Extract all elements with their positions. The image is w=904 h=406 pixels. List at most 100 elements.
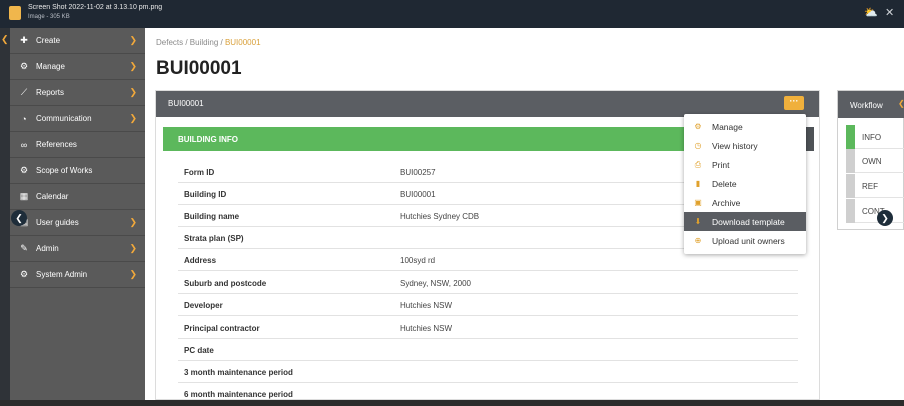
breadcrumb-building[interactable]: Building — [190, 38, 218, 47]
menu-item-label: Manage — [712, 121, 743, 132]
cloud-download-icon[interactable]: ⛅ — [864, 5, 878, 21]
info-row-principal-contractor: Principal contractor Hutchies NSW — [178, 317, 798, 339]
more-options-button[interactable]: ··· — [784, 96, 804, 110]
viewer-bottom-edge — [0, 400, 904, 406]
menu-item-label: Download template — [712, 216, 785, 227]
sidebar-item-system-admin[interactable]: ⚙ System Admin ❯ — [10, 262, 145, 288]
chevron-right-icon: ❯ — [129, 243, 137, 253]
sidebar-item-references[interactable]: ∞ References — [10, 132, 145, 158]
menu-item-manage[interactable]: ⚙ Manage — [684, 117, 806, 136]
info-value: Hutchies NSW — [400, 301, 453, 310]
info-label: Building ID — [184, 190, 227, 199]
previous-page-icon[interactable]: ❮ — [11, 210, 27, 226]
menu-item-archive[interactable]: ▣ Archive — [684, 193, 806, 212]
info-value: Sydney, NSW, 2000 — [400, 279, 471, 288]
sidebar-item-create[interactable]: ✚ Create ❯ — [10, 28, 145, 54]
sidebar-item-label: References — [36, 140, 77, 149]
chevron-right-icon: ❯ — [129, 269, 137, 279]
step-status-bar — [846, 199, 855, 223]
info-row-suburb-postcode: Suburb and postcode Sydney, NSW, 2000 — [178, 272, 798, 294]
menu-item-label: View history — [712, 140, 758, 151]
gear-icon: ⚙ — [19, 61, 29, 71]
sidebar-item-calendar[interactable]: ▦ Calendar — [10, 184, 145, 210]
info-value: BUI00001 — [400, 190, 436, 199]
workflow-step-own[interactable]: OWN — [846, 149, 904, 173]
menu-item-upload-unit-owners[interactable]: ⊕ Upload unit owners — [684, 231, 806, 250]
menu-item-download-template[interactable]: ⬇ Download template — [684, 212, 806, 231]
sidebar-item-reports[interactable]: ⟋ Reports ❯ — [10, 80, 145, 106]
breadcrumb-current: BUI00001 — [224, 38, 261, 47]
trash-icon: ▮ — [695, 179, 701, 188]
workflow-step-info[interactable]: INFO — [846, 125, 904, 149]
menu-item-print[interactable]: ⎙ Print — [684, 155, 806, 174]
menu-item-label: Print — [712, 159, 730, 170]
workflow-panel: Workflow ❮ INFO OWN REF CONT — [837, 90, 904, 230]
workflow-header: Workflow ❮ — [838, 91, 904, 118]
chat-icon: ◔ — [21, 113, 27, 124]
close-icon[interactable]: ✕ — [885, 5, 894, 21]
menu-item-label: Archive — [712, 197, 741, 208]
breadcrumb-separator: / — [183, 38, 190, 47]
chevron-right-icon: ❯ — [129, 61, 137, 71]
workflow-step-cont[interactable]: CONT — [846, 199, 904, 223]
info-row-developer: Developer Hutchies NSW — [178, 294, 798, 316]
breadcrumb-separator: / — [218, 38, 225, 47]
viewer-left-edge — [0, 28, 10, 406]
breadcrumb-defects[interactable]: Defects — [156, 38, 183, 47]
sidebar-item-label: Communication — [36, 114, 92, 123]
section-header-edge — [806, 127, 814, 151]
line-chart-icon: ⟋ — [20, 87, 28, 97]
chevron-right-icon: ❯ — [129, 113, 137, 123]
clock-icon: ◷ — [694, 141, 702, 150]
sidebar-item-scope-of-works[interactable]: ⚙ Scope of Works — [10, 158, 145, 184]
viewer-filesize: Image - 305 KB — [28, 14, 70, 20]
info-label: Principal contractor — [184, 324, 260, 333]
chevron-right-icon: ❯ — [129, 217, 137, 227]
workflow-step-label: OWN — [862, 157, 882, 166]
info-label: Developer — [184, 301, 223, 310]
sidebar-item-label: Admin — [36, 244, 59, 253]
workflow-step-label: REF — [862, 182, 878, 191]
chevron-right-icon: ❯ — [129, 87, 137, 97]
sidebar-item-label: Scope of Works — [36, 166, 93, 175]
section-title: BUILDING INFO — [178, 135, 238, 144]
sidebar-collapse-icon[interactable]: ❮ — [1, 34, 9, 45]
step-status-bar — [846, 149, 855, 173]
sidebar-item-manage[interactable]: ⚙ Manage ❯ — [10, 54, 145, 80]
upload-icon: ⊕ — [694, 236, 702, 245]
card-header-title: BUI00001 — [168, 99, 204, 108]
breadcrumb: Defects / Building / BUI00001 — [156, 38, 261, 47]
sidebar-item-user-guides[interactable]: ▤ User guides ❯ — [10, 210, 145, 236]
viewer-filename: Screen Shot 2022-11-02 at 3.13.10 pm.png — [28, 4, 163, 11]
next-page-icon[interactable]: ❯ — [877, 210, 893, 226]
sidebar-item-label: User guides — [36, 218, 79, 227]
menu-item-delete[interactable]: ▮ Delete — [684, 174, 806, 193]
sidebar: ✚ Create ❯ ⚙ Manage ❯ ⟋ Reports ❯ ◔ Comm… — [10, 28, 145, 400]
sidebar-item-admin[interactable]: ✎ Admin ❯ — [10, 236, 145, 262]
menu-item-view-history[interactable]: ◷ View history — [684, 136, 806, 155]
chevron-left-icon[interactable]: ❮ — [898, 99, 904, 108]
cogs-icon: ⚙ — [19, 269, 29, 279]
printer-icon: ⎙ — [694, 159, 702, 169]
image-file-icon — [9, 6, 21, 20]
sidebar-item-label: Calendar — [36, 192, 69, 201]
workflow-step-ref[interactable]: REF — [846, 174, 904, 198]
wrench-icon: ✎ — [20, 243, 28, 253]
page-title: BUI00001 — [156, 58, 242, 79]
info-value: 100syd rd — [400, 256, 436, 265]
info-label: 3 month maintenance period — [184, 368, 293, 377]
more-options-menu: ⚙ Manage ◷ View history ⎙ Print ▮ Delete… — [684, 114, 806, 254]
sidebar-item-communication[interactable]: ◔ Communication ❯ — [10, 106, 145, 132]
download-file-icon: ⬇ — [694, 217, 702, 226]
sidebar-item-label: System Admin — [36, 270, 88, 279]
image-viewer-bar: Screen Shot 2022-11-02 at 3.13.10 pm.png… — [0, 0, 904, 28]
info-row-pc-date: PC date — [178, 339, 798, 361]
workflow-step-label: INFO — [862, 133, 882, 142]
info-label: Suburb and postcode — [184, 279, 267, 288]
settings-icon: ⚙ — [19, 165, 29, 175]
info-label: Building name — [184, 212, 240, 221]
calendar-icon: ▦ — [19, 191, 29, 201]
step-status-bar — [846, 125, 855, 149]
info-label: Form ID — [184, 168, 215, 177]
sidebar-item-label: Manage — [36, 62, 65, 71]
